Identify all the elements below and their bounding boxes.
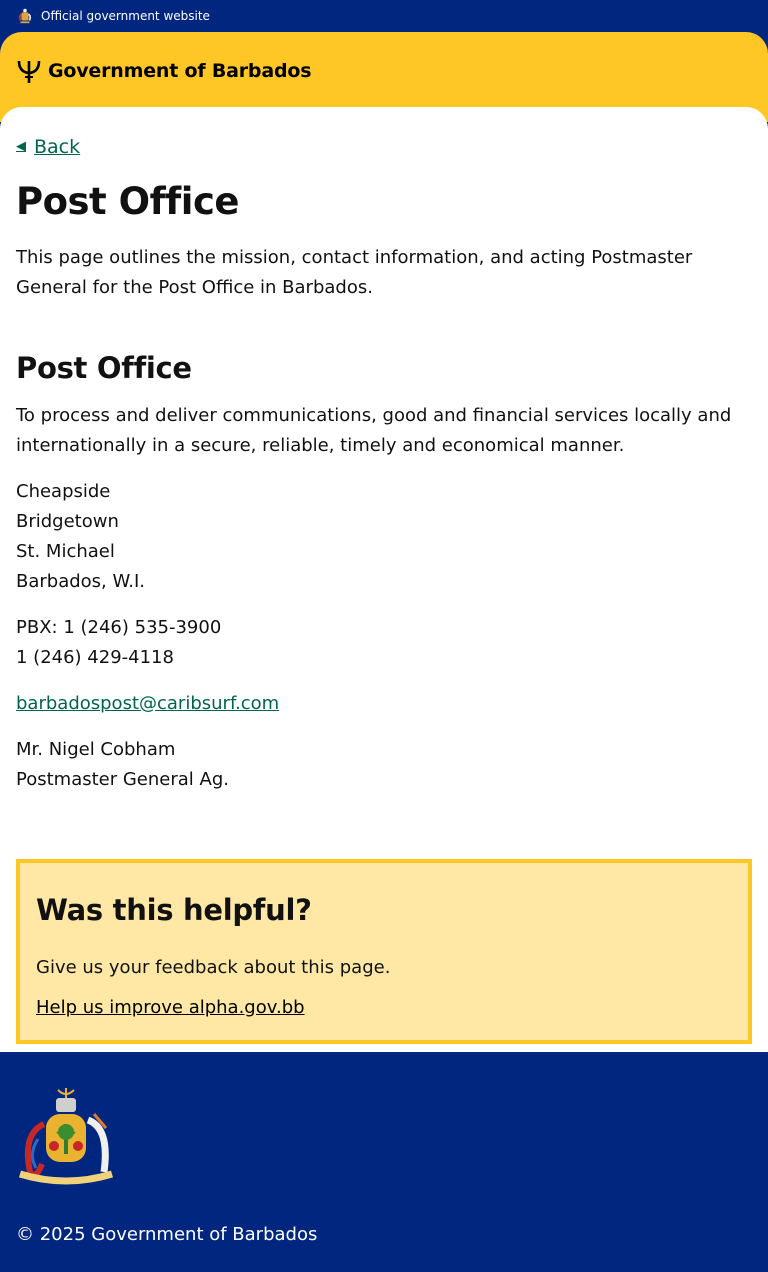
phone-line: PBX: 1 (246) 535-3900 (16, 616, 222, 638)
main-content: ◀ Back Post Office This page outlines th… (0, 107, 768, 1052)
brand-link[interactable]: Government of Barbados (16, 58, 312, 84)
address-line: Barbados, W.I. (16, 570, 145, 592)
arrow-left-icon: ◀ (16, 139, 26, 154)
contact-name: Mr. Nigel Cobham (16, 738, 176, 760)
phone-line: 1 (246) 429-4118 (16, 646, 174, 668)
page-title: Post Office (16, 179, 240, 223)
mission-statement: To process and deliver communications, g… (16, 404, 732, 456)
feedback-panel: Was this helpful? Give us your feedback … (16, 858, 752, 1044)
page-intro: This page outlines the mission, contact … (16, 246, 693, 298)
site-footer: © 2025 Government of Barbados (0, 1051, 768, 1263)
back-label: Back (34, 135, 81, 158)
feedback-text: Give us your feedback about this page. (36, 956, 391, 978)
section-title: Post Office (16, 350, 192, 385)
feedback-link[interactable]: Help us improve alpha.gov.bb (36, 997, 305, 1018)
copyright-text: © 2025 Government of Barbados (16, 1223, 318, 1245)
contact-block: Mr. Nigel Cobham Postmaster General Ag. (16, 735, 752, 795)
email-block: barbadospost@caribsurf.com (16, 689, 752, 719)
email-link[interactable]: barbadospost@caribsurf.com (16, 693, 279, 714)
phone-block: PBX: 1 (246) 535-3900 1 (246) 429-4118 (16, 613, 752, 673)
coat-of-arms-icon (18, 1087, 114, 1184)
address-block: Cheapside Bridgetown St. Michael Barbado… (16, 477, 752, 597)
back-link[interactable]: ◀ Back (16, 136, 80, 158)
coat-of-arms-icon (18, 8, 32, 24)
address-line: Bridgetown (16, 510, 119, 532)
trident-icon (17, 60, 41, 83)
official-website-bar: Official government website (0, 0, 768, 32)
contact-role: Postmaster General Ag. (16, 768, 229, 790)
brand-name: Government of Barbados (48, 60, 312, 82)
address-line: Cheapside (16, 480, 111, 502)
official-website-text: Official government website (41, 9, 210, 23)
feedback-title: Was this helpful? (36, 892, 312, 927)
address-line: St. Michael (16, 540, 115, 562)
